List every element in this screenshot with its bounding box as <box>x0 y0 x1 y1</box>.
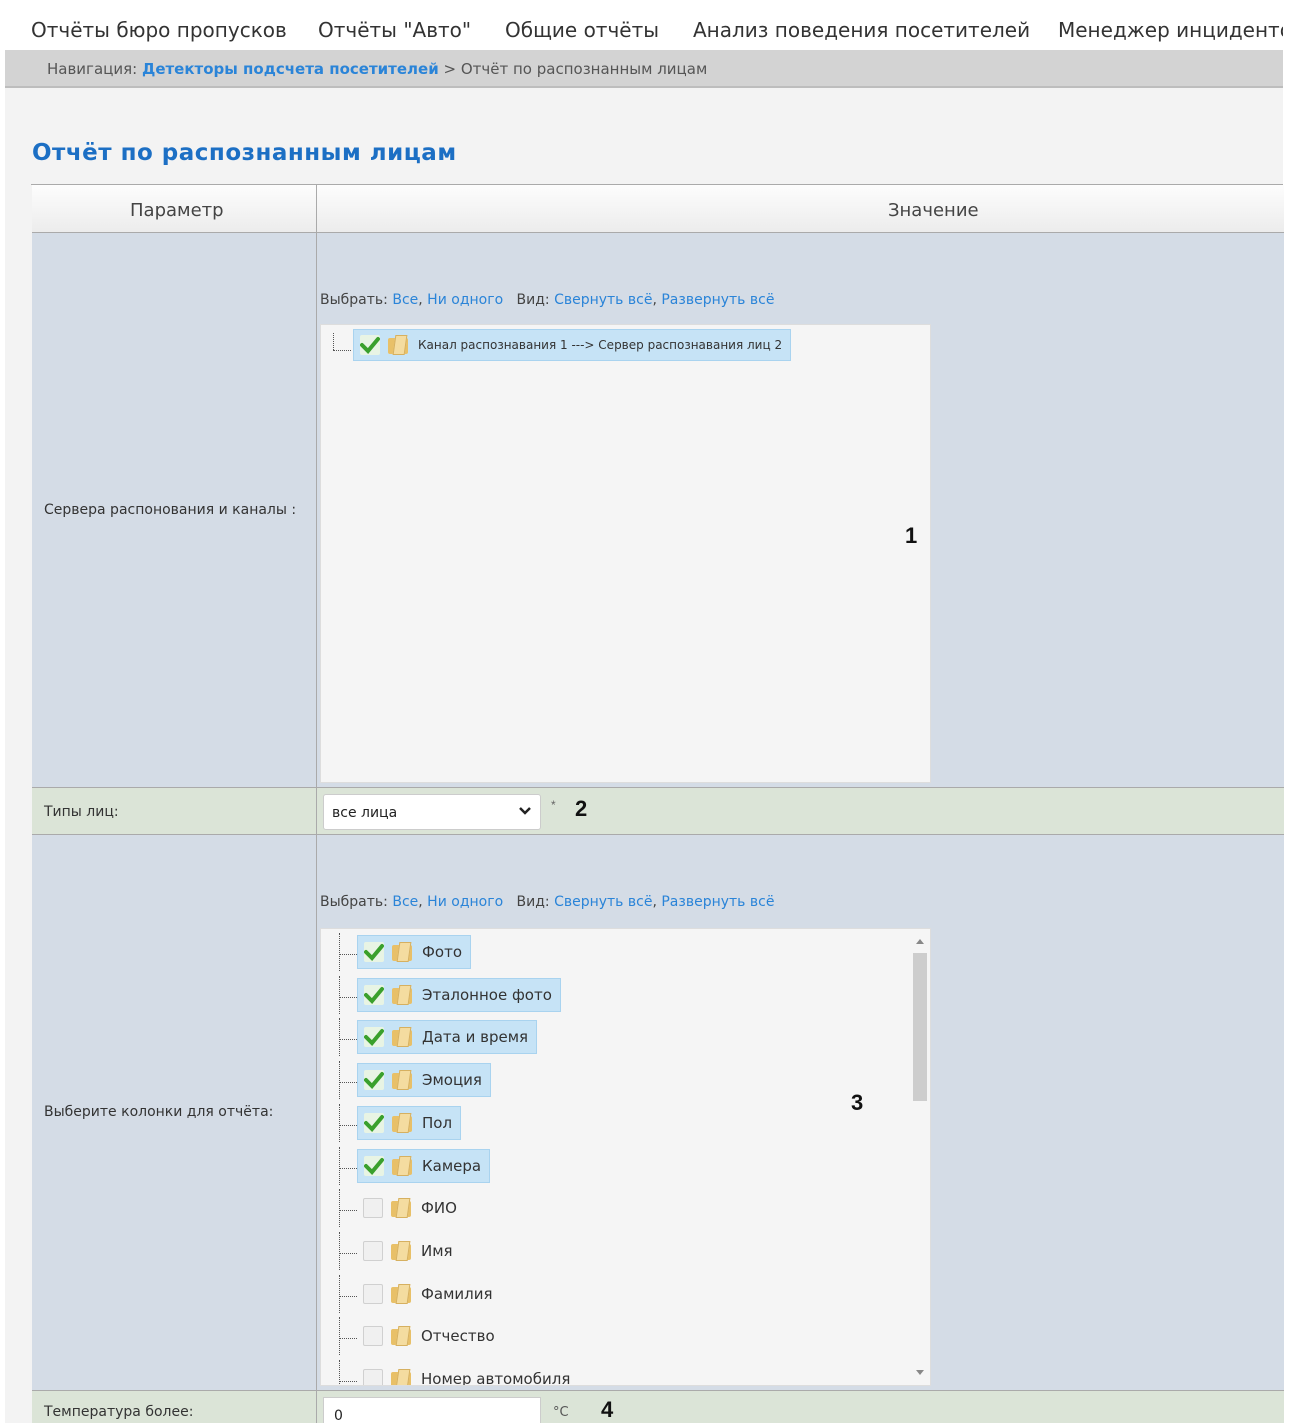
top-menu: Отчёты бюро пропусков Отчёты "Авто" Общи… <box>0 0 1283 56</box>
folder-icon <box>391 1326 413 1346</box>
marker-1: 1 <box>905 523 918 548</box>
expand-all-link[interactable]: Развернуть всё <box>661 894 774 910</box>
breadcrumb-current: Отчёт по распознанным лицам <box>460 60 708 78</box>
marker-3: 3 <box>851 1090 864 1115</box>
folder-icon <box>392 1156 414 1176</box>
checkbox-checked-icon[interactable] <box>364 1155 384 1176</box>
columns-tree: Фото Эталонное фото Дата и время Эмоция Пол К… <box>320 928 931 1386</box>
checkbox-unchecked-icon[interactable] <box>363 1369 383 1385</box>
tree-item-channel-1[interactable]: Канал распознавания 1 ---> Сервер распоз… <box>353 329 792 361</box>
folder-icon <box>392 985 414 1005</box>
scroll-down-icon[interactable] <box>916 1370 924 1375</box>
scrollbar-thumb[interactable] <box>913 953 927 1101</box>
folder-icon <box>391 1241 413 1261</box>
scroll-up-icon[interactable] <box>916 939 924 944</box>
checkbox-checked-icon[interactable] <box>364 1070 384 1091</box>
checkbox-unchecked-icon[interactable] <box>363 1283 383 1304</box>
menu-item-visitor-analysis[interactable]: Анализ поведения посетителей <box>693 18 1030 42</box>
row-servers: Сервера распонования и каналы : Выбрать:… <box>32 233 1284 788</box>
breadcrumb-bar: Навигация: Детекторы подсчета посетителе… <box>5 50 1283 88</box>
column-item-camera[interactable]: Камера <box>357 1148 491 1183</box>
column-item-patronymic[interactable]: Отчество <box>357 1319 503 1353</box>
breadcrumb-prefix: Навигация: <box>47 60 138 78</box>
checkbox-checked-icon[interactable] <box>364 1112 384 1133</box>
checkbox-checked-icon[interactable] <box>364 984 384 1005</box>
column-item-reference-photo[interactable]: Эталонное фото <box>357 977 561 1012</box>
col-header-value: Значение <box>888 200 979 221</box>
row-temperature: Температура более: 0 °C 4 <box>32 1391 1284 1423</box>
col-header-param: Параметр <box>130 200 224 221</box>
servers-tree: Канал распознавания 1 ---> Сервер распоз… <box>320 324 931 783</box>
breadcrumb: Навигация: Детекторы подсчета посетителе… <box>47 60 707 78</box>
folder-icon <box>392 1070 414 1090</box>
servers-select-bar: Выбрать: Все, Ни одного Вид: Свернуть вс… <box>320 292 775 308</box>
menu-item-incident-manager[interactable]: Менеджер инцидентов <box>1058 18 1283 42</box>
page-title: Отчёт по распознанным лицам <box>32 140 457 166</box>
checkbox-unchecked-icon[interactable] <box>363 1198 383 1219</box>
folder-icon <box>392 1113 414 1133</box>
select-all-link[interactable]: Все <box>392 894 418 910</box>
column-item-gender[interactable]: Пол <box>357 1105 462 1140</box>
folder-icon <box>391 1369 413 1385</box>
checkbox-checked-icon[interactable] <box>364 1027 384 1048</box>
breadcrumb-link[interactable]: Детекторы подсчета посетителей <box>142 60 439 78</box>
row-columns: Выберите колонки для отчёта: Выбрать: Вс… <box>32 835 1284 1391</box>
column-item-license-plate[interactable]: Номер автомобиля <box>357 1362 578 1385</box>
table-header: Параметр Значение <box>32 185 1284 233</box>
column-item-first-name[interactable]: Имя <box>357 1234 461 1268</box>
face-types-select[interactable]: все лица <box>323 794 541 830</box>
checkbox-unchecked-icon[interactable] <box>363 1240 383 1261</box>
columns-select-bar: Выбрать: Все, Ни одного Вид: Свернуть вс… <box>320 894 775 910</box>
temperature-input[interactable]: 0 <box>323 1397 541 1423</box>
checkbox-checked-icon[interactable] <box>364 942 384 962</box>
column-item-full-name[interactable]: ФИО <box>357 1191 465 1225</box>
select-all-link[interactable]: Все <box>392 292 418 308</box>
servers-label: Сервера распонования и каналы : <box>44 502 297 518</box>
select-none-link[interactable]: Ни одного <box>427 894 503 910</box>
menu-item-general-reports[interactable]: Общие отчёты <box>505 18 659 42</box>
scrollbar[interactable] <box>912 931 928 1383</box>
checkbox-unchecked-icon[interactable] <box>363 1326 383 1347</box>
folder-icon <box>391 1198 413 1218</box>
marker-2: 2 <box>575 796 588 821</box>
chevron-down-icon <box>518 804 532 823</box>
column-item-emotion[interactable]: Эмоция <box>357 1063 491 1098</box>
menu-item-pass-office-reports[interactable]: Отчёты бюро пропусков <box>31 18 287 42</box>
column-item-date-time[interactable]: Дата и время <box>357 1020 538 1055</box>
select-none-link[interactable]: Ни одного <box>427 292 503 308</box>
expand-all-link[interactable]: Развернуть всё <box>661 292 774 308</box>
breadcrumb-separator: > <box>443 60 457 78</box>
checkbox-checked-icon[interactable] <box>360 335 380 355</box>
temperature-label: Температура более: <box>44 1404 194 1420</box>
folder-icon <box>391 1284 413 1304</box>
menu-item-auto-reports[interactable]: Отчёты "Авто" <box>318 18 471 42</box>
column-item-last-name[interactable]: Фамилия <box>357 1277 501 1311</box>
folder-icon <box>392 1027 414 1047</box>
marker-4: 4 <box>601 1397 614 1422</box>
temperature-unit: °C <box>553 1405 569 1420</box>
folder-icon <box>392 942 414 962</box>
collapse-all-link[interactable]: Свернуть всё <box>554 292 652 308</box>
column-item-photo[interactable]: Фото <box>357 935 472 969</box>
face-types-label: Типы лиц: <box>44 804 119 820</box>
row-face-types: Типы лиц: все лица * 2 <box>32 788 1284 835</box>
collapse-all-link[interactable]: Свернуть всё <box>554 894 652 910</box>
columns-label: Выберите колонки для отчёта: <box>44 1104 274 1120</box>
parameters-table: Параметр Значение Сервера распонования и… <box>31 184 1284 1423</box>
required-mark: * <box>551 798 556 812</box>
folder-icon <box>388 335 410 355</box>
